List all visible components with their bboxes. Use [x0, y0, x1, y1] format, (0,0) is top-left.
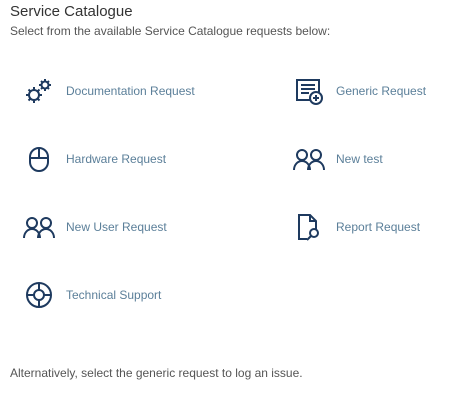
page-subtitle: Select from the available Service Catalo… [10, 24, 331, 38]
catalogue-item-label: Hardware Request [66, 152, 167, 166]
catalogue-item-new-user-request[interactable]: New User Request [22, 212, 167, 242]
document-search-icon [292, 212, 326, 242]
catalogue-item-label: New User Request [66, 220, 167, 234]
catalogue-item-label: New test [336, 152, 383, 166]
catalogue-item-technical-support[interactable]: Technical Support [22, 280, 161, 310]
catalogue-item-label: Report Request [336, 220, 421, 234]
mouse-icon [22, 144, 56, 174]
catalogue-item-new-test[interactable]: New test [292, 144, 383, 174]
gears-icon [22, 76, 56, 106]
catalogue-item-label: Documentation Request [66, 84, 195, 98]
users-icon [292, 144, 326, 174]
catalogue-item-documentation-request[interactable]: Documentation Request [22, 76, 195, 106]
footer-note: Alternatively, select the generic reques… [10, 366, 303, 380]
catalogue-item-hardware-request[interactable]: Hardware Request [22, 144, 166, 174]
catalogue-item-generic-request[interactable]: Generic Request [292, 76, 426, 106]
users-icon [22, 212, 56, 242]
catalogue-item-label: Technical Support [66, 288, 162, 302]
list-add-icon [292, 76, 326, 106]
lifebuoy-icon [22, 280, 56, 310]
catalogue-item-report-request[interactable]: Report Request [292, 212, 420, 242]
page-title: Service Catalogue [10, 3, 133, 20]
catalogue-item-label: Generic Request [336, 84, 427, 98]
